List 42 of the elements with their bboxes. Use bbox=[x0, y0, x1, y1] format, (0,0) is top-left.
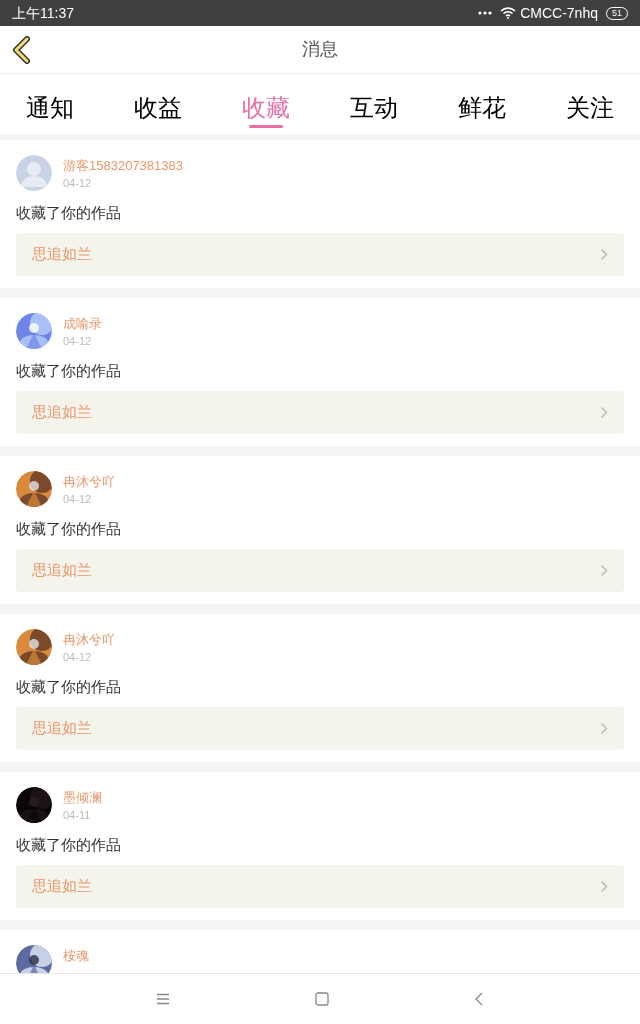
message-text: 收藏了你的作品 bbox=[16, 835, 122, 855]
chevron-right-icon bbox=[600, 406, 608, 419]
chevron-right-icon bbox=[600, 880, 608, 893]
home-icon[interactable] bbox=[315, 992, 329, 1006]
page-title: 消息 bbox=[302, 38, 338, 61]
tab[interactable]: 收益 bbox=[134, 74, 182, 130]
user-name[interactable]: 冉沐兮吖 bbox=[63, 631, 115, 649]
chevron-right-icon bbox=[600, 248, 608, 261]
tab[interactable]: 互动 bbox=[350, 74, 398, 130]
user-name[interactable]: 桉魂 bbox=[63, 947, 89, 965]
menu-icon[interactable] bbox=[156, 993, 171, 1005]
chevron-right-icon bbox=[600, 564, 608, 577]
back-nav-icon[interactable] bbox=[473, 992, 484, 1006]
user-name[interactable]: 游客1583207381383 bbox=[63, 157, 183, 175]
user-name[interactable]: 冉沐兮吖 bbox=[63, 473, 115, 491]
chevron-right-icon bbox=[600, 722, 608, 735]
work-link[interactable]: 思追如兰 bbox=[16, 233, 624, 276]
message-date: 04-12 bbox=[63, 334, 93, 349]
message-text: 收藏了你的作品 bbox=[16, 519, 122, 539]
message-date: 04-12 bbox=[63, 492, 93, 507]
more-icon bbox=[478, 11, 493, 15]
network-name: CMCC-7nhq bbox=[520, 3, 598, 23]
avatar-icon bbox=[16, 155, 52, 191]
tab[interactable]: 收藏 bbox=[242, 74, 290, 130]
user-name[interactable]: 墨倾澜 bbox=[63, 789, 102, 807]
back-icon[interactable] bbox=[11, 36, 31, 64]
work-link[interactable]: 思追如兰 bbox=[16, 549, 624, 592]
tab[interactable]: 关注 bbox=[566, 74, 614, 130]
tab[interactable]: 通知 bbox=[26, 74, 74, 130]
message-date: 04-11 bbox=[63, 808, 92, 823]
message-date: 04-12 bbox=[63, 176, 93, 191]
message-text: 收藏了你的作品 bbox=[16, 203, 122, 223]
work-link[interactable]: 思追如兰 bbox=[16, 707, 624, 750]
clock: 上午11:37 bbox=[12, 3, 74, 23]
user-name[interactable]: 成喻录 bbox=[63, 315, 102, 333]
wifi-icon bbox=[500, 7, 517, 19]
message-text: 收藏了你的作品 bbox=[16, 677, 122, 697]
work-link[interactable]: 思追如兰 bbox=[16, 865, 624, 908]
tab[interactable]: 鲜花 bbox=[458, 74, 506, 130]
message-text: 收藏了你的作品 bbox=[16, 361, 122, 381]
work-link[interactable]: 思追如兰 bbox=[16, 391, 624, 434]
message-date: 04-12 bbox=[63, 650, 93, 665]
